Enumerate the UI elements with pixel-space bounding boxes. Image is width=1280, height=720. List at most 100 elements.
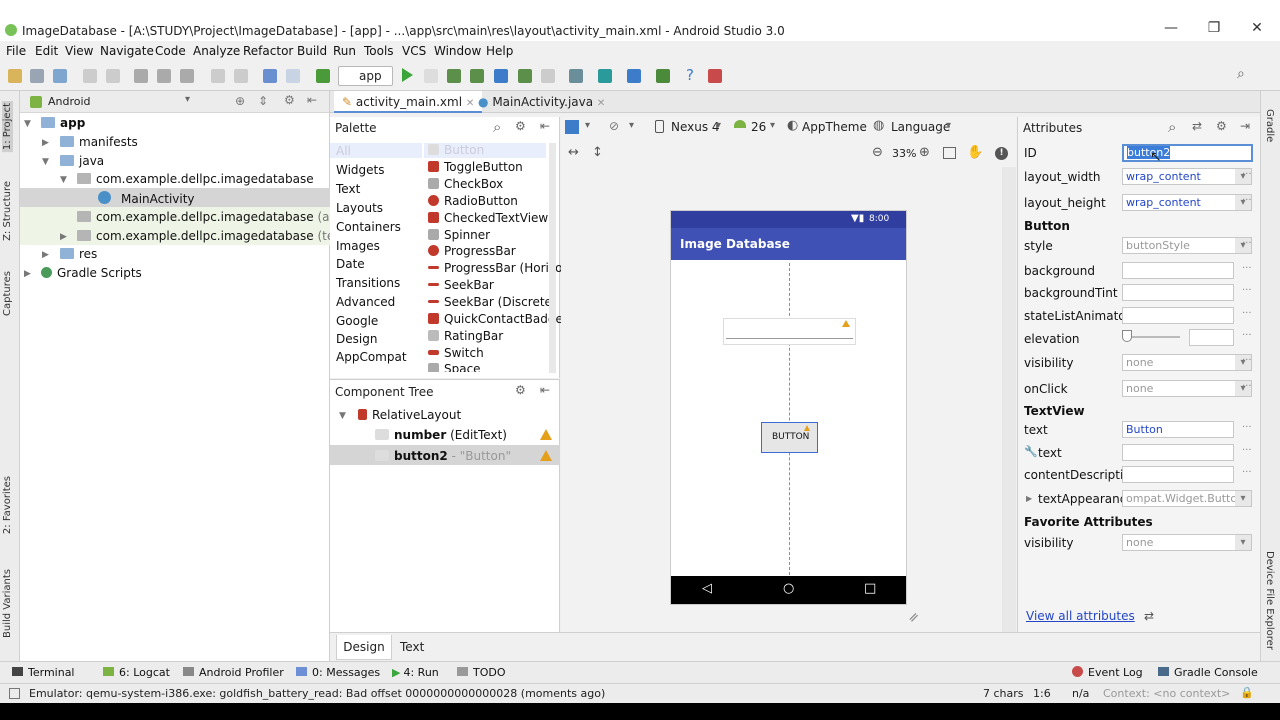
theme-select[interactable]: AppTheme [802, 120, 867, 134]
tool-messages[interactable]: 0: Messages [296, 666, 380, 679]
more-icon[interactable]: ··· [1242, 445, 1252, 456]
orientation-icon[interactable]: ⊘ [609, 119, 619, 133]
expand-arrow-icon[interactable]: ▶ [1026, 494, 1032, 503]
tab-design[interactable]: Design [336, 635, 392, 660]
menu-tools[interactable]: Tools [364, 44, 394, 58]
gear-icon[interactable]: ⚙ [1216, 119, 1227, 133]
tool-logcat[interactable]: 6: Logcat [103, 666, 170, 679]
elevation-input[interactable] [1189, 329, 1234, 346]
more-icon[interactable]: ··· [1242, 285, 1252, 296]
menu-build[interactable]: Build [297, 44, 327, 58]
nav-back-icon[interactable]: ◁ [702, 581, 712, 596]
tab-favorites[interactable]: 2: Favorites [2, 476, 13, 534]
collapse-arrow-icon[interactable]: ▶ [42, 138, 49, 148]
tab-project[interactable]: 1: Project [2, 101, 13, 153]
make-project-icon[interactable] [316, 69, 330, 83]
style-select[interactable]: buttonStyle [1122, 237, 1252, 254]
palette-item-progressbar[interactable]: ProgressBar [428, 244, 516, 258]
tool-run[interactable]: ▶ 4: Run [392, 666, 439, 679]
scroll-from-source-icon[interactable]: ⊕ [235, 94, 245, 108]
info-icon[interactable]: ! [995, 147, 1008, 160]
palette-item-checkbox[interactable]: CheckBox [428, 177, 503, 191]
tree-node-package-test[interactable]: com.example.dellpc.imagedatabase (test) [77, 229, 350, 243]
design-surface-icon[interactable] [565, 120, 579, 134]
cut-icon[interactable] [134, 69, 148, 83]
palette-item-seekbar-discrete[interactable]: SeekBar (Discrete) [428, 295, 557, 309]
menu-vcs[interactable]: VCS [402, 44, 426, 58]
more-icon[interactable]: ··· [1242, 195, 1252, 206]
more-icon[interactable]: ··· [1242, 467, 1252, 478]
id-input[interactable]: button2 [1122, 144, 1253, 162]
chevron-down-icon[interactable]: ▾ [585, 120, 590, 131]
category-date[interactable]: Date [336, 257, 365, 271]
pan-icon[interactable]: ✋ [967, 145, 983, 160]
chevron-down-icon[interactable]: ▾ [629, 120, 634, 131]
menu-help[interactable]: Help [486, 44, 513, 58]
menu-edit[interactable]: Edit [35, 44, 58, 58]
api-select[interactable]: 26 [751, 120, 766, 134]
sync-icon[interactable] [53, 69, 67, 83]
statelistanimator-input[interactable] [1122, 307, 1234, 324]
android-monitor-icon[interactable] [708, 69, 722, 83]
collapse-arrow-icon[interactable]: ▶ [60, 232, 67, 242]
chevron-down-icon[interactable]: ▾ [185, 94, 190, 105]
backgroundtint-input[interactable] [1122, 284, 1234, 301]
debug-icon[interactable] [447, 69, 461, 83]
tool-gradle-console[interactable]: Gradle Console [1158, 666, 1258, 679]
run-icon[interactable] [402, 68, 413, 82]
layout-width-select[interactable]: wrap_content [1122, 168, 1252, 185]
open-folder-icon[interactable] [8, 69, 22, 83]
nav-home-icon[interactable]: ○ [783, 581, 794, 596]
expand-arrow-icon[interactable]: ▼ [24, 119, 31, 129]
avd-manager-icon[interactable] [627, 69, 641, 83]
fav-visibility-select[interactable]: none [1122, 534, 1252, 551]
phone-preview[interactable]: ▼▮ 8:00 Image Database BUTTON ◁ ○ □ [670, 210, 907, 605]
language-select[interactable]: Language [891, 120, 950, 134]
lock-icon[interactable]: 🔒 [1240, 686, 1254, 699]
tool-event-log[interactable]: Event Log [1072, 666, 1143, 679]
menu-window[interactable]: Window [434, 44, 481, 58]
warning-icon[interactable] [540, 429, 552, 440]
tree-node-package[interactable]: com.example.dellpc.imagedatabase [77, 172, 314, 186]
view-all-attributes-link[interactable]: View all attributes [1026, 609, 1135, 623]
hide-panel-icon[interactable]: ⇥ [1240, 119, 1250, 133]
warning-icon[interactable] [540, 450, 552, 461]
palette-item-quickcontactbadge[interactable]: QuickContactBadge [428, 312, 563, 326]
redo-icon[interactable] [106, 69, 120, 83]
tab-captures[interactable]: Captures [2, 271, 13, 316]
forward-icon[interactable] [286, 69, 300, 83]
maximize-button[interactable]: ❐ [1199, 20, 1229, 40]
menu-analyze[interactable]: Analyze [193, 44, 240, 58]
tab-mainactivity-java[interactable]: ● MainActivity.java ✕ [470, 91, 613, 113]
status-context[interactable]: Context: <no context> [1103, 687, 1230, 700]
category-advanced[interactable]: Advanced [336, 295, 395, 309]
tab-build-variants[interactable]: Build Variants [2, 569, 13, 638]
search-everywhere-icon[interactable]: ⌕ [1237, 66, 1245, 82]
project-structure-icon[interactable] [569, 69, 583, 83]
palette-item-togglebutton[interactable]: ToggleButton [428, 160, 523, 174]
project-view-select[interactable]: Android [48, 95, 91, 108]
zoom-in-icon[interactable]: ⊕ [919, 145, 930, 160]
contentdescription-input[interactable] [1122, 466, 1234, 483]
onclick-select[interactable]: none [1122, 380, 1252, 397]
tool-todo[interactable]: TODO [457, 666, 506, 679]
status-position[interactable]: 1:6 [1033, 687, 1051, 700]
tree-node-number[interactable]: number (EditText) [375, 428, 507, 442]
menu-file[interactable]: File [6, 44, 26, 58]
category-images[interactable]: Images [336, 239, 380, 253]
replace-icon[interactable] [234, 69, 248, 83]
tool-android-profiler[interactable]: Android Profiler [183, 666, 284, 679]
background-input[interactable] [1122, 262, 1234, 279]
more-icon[interactable]: ··· [1242, 308, 1252, 319]
tab-text[interactable]: Text [400, 640, 424, 654]
category-google[interactable]: Google [336, 314, 378, 328]
button-widget[interactable]: BUTTON [761, 422, 818, 453]
find-icon[interactable] [211, 69, 225, 83]
expand-vertical-icon[interactable]: ↕ [592, 145, 603, 160]
edittext-number[interactable] [723, 318, 856, 345]
more-icon[interactable]: ··· [1242, 422, 1252, 433]
gear-icon[interactable]: ⚙ [284, 93, 295, 107]
more-icon[interactable]: ··· [1242, 330, 1252, 341]
tab-structure[interactable]: Z: Structure [2, 181, 13, 241]
layout-height-select[interactable]: wrap_content [1122, 194, 1252, 211]
